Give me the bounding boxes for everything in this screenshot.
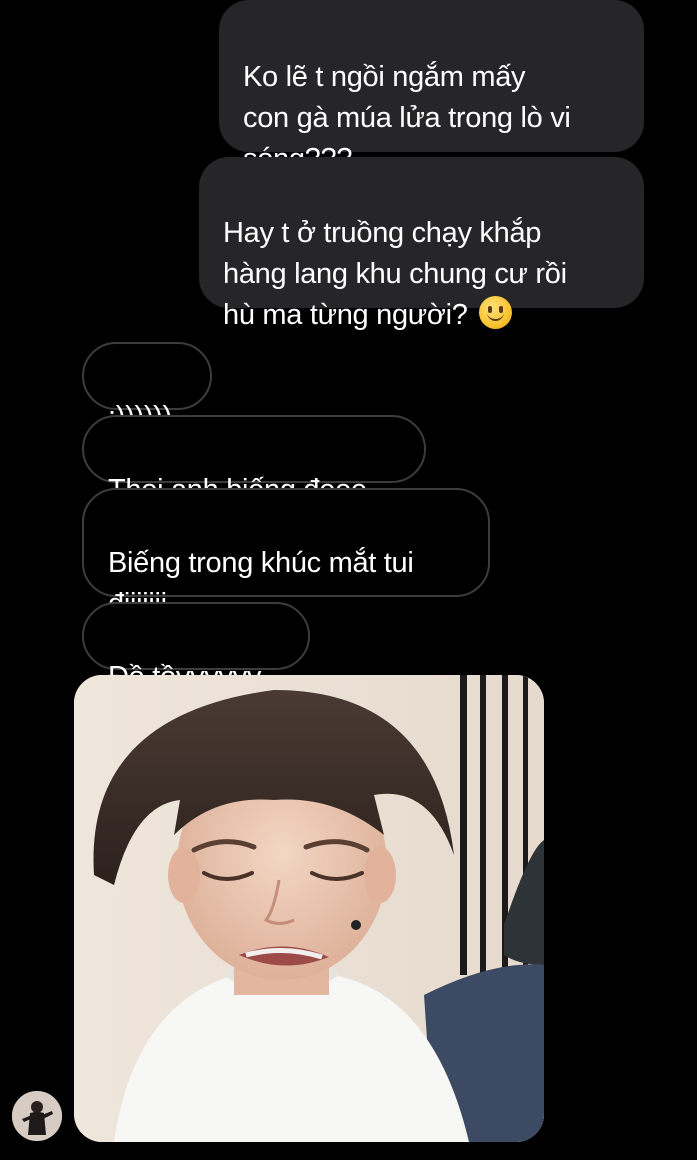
sent-message-bubble[interactable]: Hay t ở truồng chạy khắp hàng lang khu c… (199, 157, 644, 331)
contact-avatar-image (12, 1091, 62, 1141)
received-message-bubble[interactable]: Đồ tồyyyyyy (82, 602, 310, 693)
received-message-bubble[interactable]: Biếng trong khúc mắt tui điiiiiii (82, 488, 490, 620)
received-message-bubble[interactable]: :)))))) (82, 342, 212, 433)
slightly-smiling-face-emoji-icon (479, 296, 513, 329)
photo-attachment[interactable] (74, 675, 544, 1142)
contact-avatar[interactable] (12, 1091, 62, 1141)
sent-message-text: Hay t ở truồng chạy khắp hàng lang khu c… (223, 217, 567, 331)
sent-message-bubble[interactable]: Ko lẽ t ngồi ngắm mấy con gà múa lửa tro… (219, 0, 644, 175)
received-message-bubble[interactable]: Thoi anh biếng đeee (82, 415, 426, 506)
crying-face-meme-photo (74, 675, 544, 1142)
